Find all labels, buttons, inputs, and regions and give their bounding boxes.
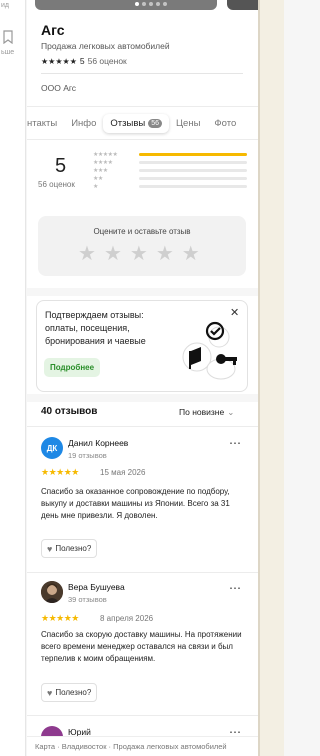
section-gap	[27, 288, 258, 296]
histogram-row: ★★★★★	[93, 150, 249, 158]
verified-reviews-illustration	[182, 321, 237, 380]
left-rail: ид ьше	[0, 0, 26, 756]
histogram-row: ★	[93, 182, 249, 190]
divider	[41, 73, 243, 74]
histogram-bar-fill	[139, 152, 247, 156]
rate-star-4-icon[interactable]: ★	[156, 244, 174, 264]
review-date: 8 апреля 2026	[100, 614, 154, 623]
review-text[interactable]: Спасибо за оказанное сопровождение по по…	[41, 486, 249, 522]
reviewer-review-count: 39 отзывов	[68, 595, 107, 604]
sort-dropdown[interactable]: По новизне ⌄	[179, 407, 234, 418]
tab-prices[interactable]: Цены	[169, 114, 207, 133]
divider	[27, 572, 258, 573]
tab-contacts[interactable]: нтакты	[27, 114, 64, 133]
summary-rating: 5	[55, 155, 67, 177]
org-title: Агс	[41, 22, 65, 38]
promo-more-button[interactable]: Подробнее	[44, 358, 101, 377]
rating-value: 5	[79, 56, 85, 66]
rate-star-2-icon[interactable]: ★	[104, 244, 122, 264]
rail-bottom-text[interactable]: ьше	[0, 49, 26, 56]
histogram-stars-icon: ★★★★	[93, 159, 113, 166]
rating-stars-icon: ★★★★★	[41, 56, 77, 66]
histogram-stars-icon: ★	[93, 183, 98, 190]
sort-label: По новизне	[179, 407, 225, 417]
reviewer-name[interactable]: Данил Корнеев	[68, 438, 128, 448]
gallery-dots	[135, 2, 167, 6]
footer-breadcrumb[interactable]: Карта · Владивосток · Продажа легковых а…	[27, 736, 258, 756]
histogram-bar	[139, 176, 247, 180]
section-gap	[27, 394, 258, 402]
org-category[interactable]: Продажа легковых автомобилей	[41, 41, 170, 51]
tab-reviews[interactable]: Отзывы 56	[103, 113, 170, 133]
review-stars-icon: ★★★★★	[41, 613, 79, 623]
histogram-row: ★★★★	[93, 158, 249, 166]
tabs-bar: нтакты Инфо Отзывы 56 Цены Фото	[27, 106, 258, 140]
review-date: 15 мая 2026	[100, 468, 146, 477]
useful-button[interactable]: ♥ Полезно?	[41, 683, 98, 702]
rail-top-text[interactable]: ид	[0, 2, 26, 9]
org-legal-name: ООО Агс	[41, 83, 77, 93]
rate-star-1-icon[interactable]: ★	[78, 244, 96, 264]
tab-reviews-label: Отзывы	[110, 117, 146, 129]
histogram-bar	[139, 152, 247, 156]
chevron-down-icon: ⌄	[227, 407, 235, 417]
photo-gallery[interactable]	[35, 0, 217, 10]
histogram-stars-icon: ★★★★★	[93, 151, 118, 158]
review-text[interactable]: Спасибо за скорую доставку машины. На пр…	[41, 629, 249, 665]
more-icon[interactable]: ⋯	[229, 581, 241, 595]
useful-label: Полезно?	[55, 544, 92, 553]
rate-prompt-box: Оцените и оставьте отзыв ★ ★ ★ ★ ★	[38, 216, 246, 276]
tab-reviews-badge: 56	[148, 118, 163, 128]
organization-panel: Агс Продажа легковых автомобилей ★★★★★ 5…	[27, 0, 258, 756]
rating-histogram: ★★★★★ ★★★★ ★★★ ★★ ★	[93, 150, 249, 190]
rate-stars: ★ ★ ★ ★ ★	[78, 244, 200, 264]
histogram-stars-icon: ★★★	[93, 167, 108, 174]
bookmark-icon[interactable]	[2, 30, 14, 44]
histogram-bar	[139, 168, 247, 172]
promo-text: Подтверждаем отзывы: оплаты, посещения, …	[45, 310, 146, 346]
avatar[interactable]	[41, 581, 63, 603]
tab-info[interactable]: Инфо	[64, 114, 103, 133]
histogram-stars-icon: ★★	[93, 175, 103, 182]
avatar[interactable]: ДК	[41, 437, 63, 459]
useful-label: Полезно?	[55, 688, 92, 697]
rate-prompt-label: Оцените и оставьте отзыв	[93, 227, 191, 236]
photo-gallery-next[interactable]	[227, 0, 258, 10]
more-icon[interactable]: ⋯	[229, 436, 241, 450]
rate-star-5-icon[interactable]: ★	[182, 244, 200, 264]
heart-icon: ♥	[47, 687, 53, 698]
user-photo	[41, 581, 63, 603]
histogram-bar	[139, 184, 247, 188]
histogram-bar	[139, 160, 247, 164]
useful-button[interactable]: ♥ Полезно?	[41, 539, 98, 558]
summary-count: 56 оценок	[38, 180, 75, 189]
map-background[interactable]	[258, 0, 284, 756]
tab-photos[interactable]: Фото	[207, 114, 243, 133]
reviews-count-title: 40 отзывов	[41, 406, 98, 417]
org-rating[interactable]: ★★★★★ 5 56 оценок	[41, 56, 127, 66]
divider	[27, 426, 258, 427]
divider	[27, 715, 258, 716]
rate-star-3-icon[interactable]: ★	[130, 244, 148, 264]
reviewer-name[interactable]: Вера Бушуева	[68, 582, 125, 592]
reviewer-review-count: 19 отзывов	[68, 451, 107, 460]
rating-count: 56 оценок	[87, 56, 127, 66]
promo-card: Подтверждаем отзывы: оплаты, посещения, …	[36, 300, 248, 392]
histogram-row: ★★★	[93, 166, 249, 174]
histogram-row: ★★	[93, 174, 249, 182]
review-stars-icon: ★★★★★	[41, 467, 79, 477]
heart-icon: ♥	[47, 543, 53, 554]
